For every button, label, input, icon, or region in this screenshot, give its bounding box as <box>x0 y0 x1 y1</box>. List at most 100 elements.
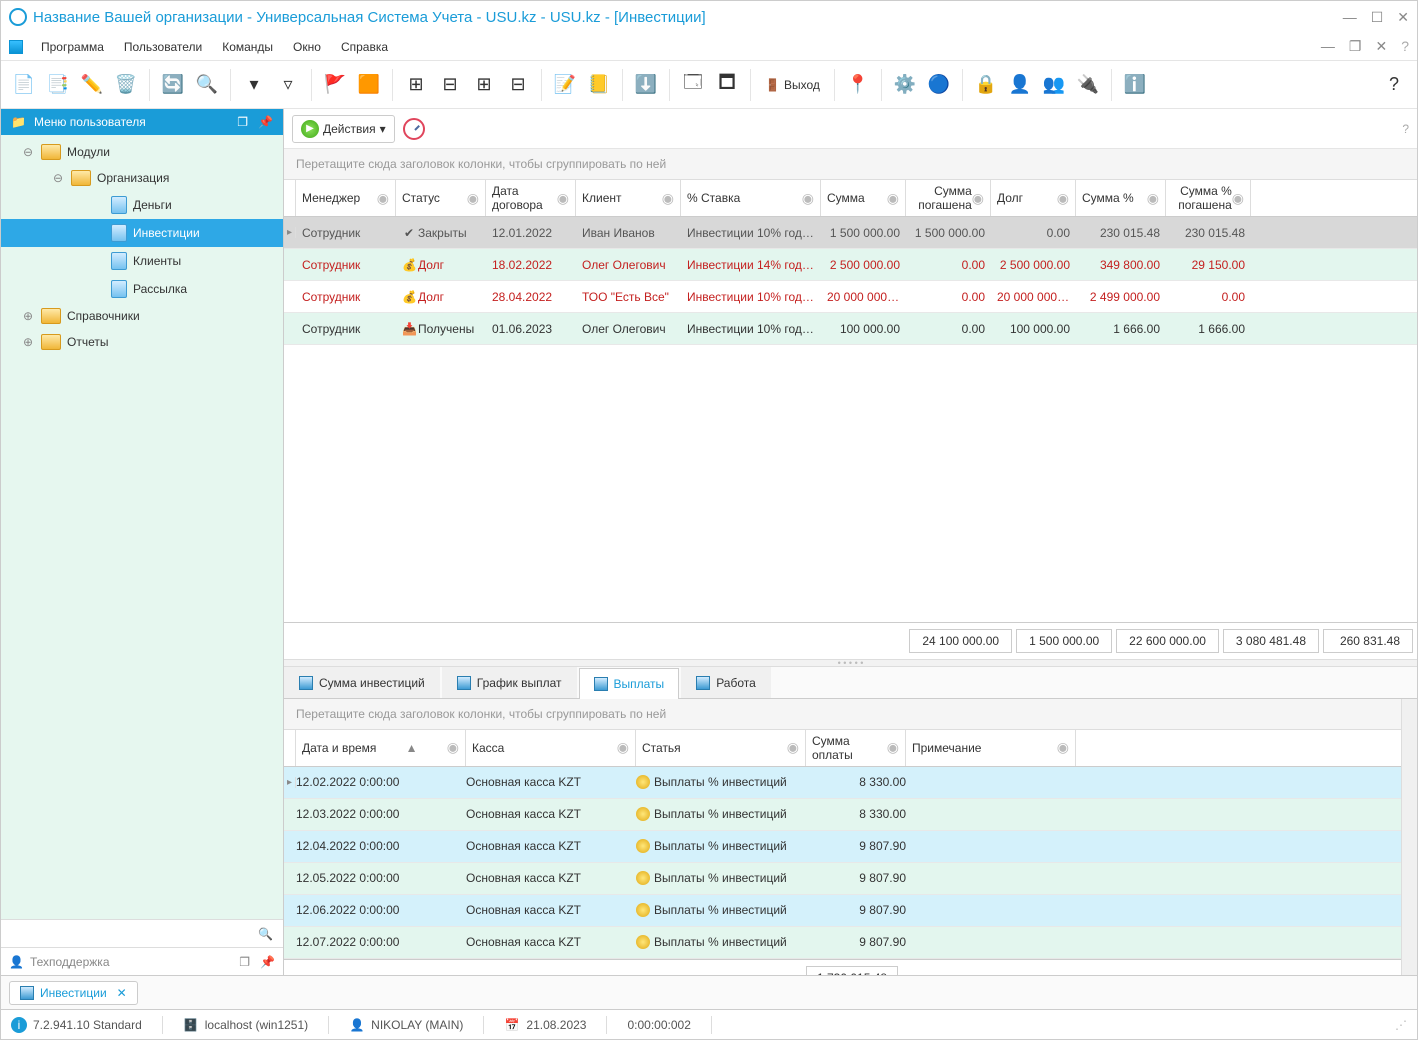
collapse-button[interactable]: ⊟ <box>435 70 465 100</box>
resize-grip-icon[interactable]: ⋰ <box>1395 1018 1407 1032</box>
table-row[interactable]: 12.04.2022 0:00:00Основная касса KZTВыпл… <box>284 831 1401 863</box>
menu-help[interactable]: Справка <box>331 40 398 54</box>
sort-asc-icon[interactable]: ▲ <box>406 741 418 755</box>
content-help-icon[interactable]: ? <box>1402 122 1409 136</box>
support-label[interactable]: Техподдержка <box>30 955 110 969</box>
filter-icon[interactable]: ◉ <box>447 739 459 756</box>
mdi-minimize-button[interactable]: — <box>1321 38 1335 55</box>
dcol-kassa[interactable]: Касса◉ <box>466 730 636 766</box>
copy-doc-button[interactable]: 📑 <box>43 70 73 100</box>
menu-users[interactable]: Пользователи <box>114 40 212 54</box>
table-row[interactable]: 12.07.2022 0:00:00Основная касса KZTВыпл… <box>284 927 1401 959</box>
menu-commands[interactable]: Команды <box>212 40 283 54</box>
info-button[interactable]: ℹ️ <box>1120 70 1150 100</box>
tree-investments[interactable]: Инвестиции <box>1 219 283 247</box>
collapse-icon[interactable]: ⊖ <box>51 171 65 185</box>
col-pct[interactable]: Сумма %◉ <box>1076 180 1166 216</box>
sidebar-pin-icon[interactable]: 📌 <box>258 115 273 129</box>
filter-icon[interactable]: ◉ <box>887 739 899 756</box>
doc-tab-investments[interactable]: Инвестиции ✕ <box>9 981 138 1005</box>
table-row[interactable]: Сотрудник📥Получены01.06.2023Олег Олегови… <box>284 313 1417 345</box>
mdi-close-button[interactable]: ✕ <box>1375 38 1387 55</box>
tree-clients[interactable]: Клиенты <box>1 247 283 275</box>
close-tab-button[interactable]: 🗔 <box>678 70 708 100</box>
theme-button[interactable]: 🔵 <box>924 70 954 100</box>
expand-icon[interactable]: ⊕ <box>21 335 35 349</box>
sidebar-footer-restore-icon[interactable]: ❐ <box>239 955 250 969</box>
filter-icon[interactable]: ◉ <box>1147 190 1159 207</box>
tree-modules[interactable]: ⊖ Модули <box>1 139 283 165</box>
tab-work[interactable]: Работа <box>681 667 771 698</box>
dcol-date[interactable]: Дата и время▲◉ <box>296 730 466 766</box>
menu-program[interactable]: Программа <box>31 40 114 54</box>
exit-button[interactable]: 🚪 Выход <box>759 78 826 92</box>
filter-icon[interactable]: ◉ <box>1057 190 1069 207</box>
tab-sum-inv[interactable]: Сумма инвестиций <box>284 667 440 698</box>
col-pctpaid[interactable]: Сумма % погашена◉ <box>1166 180 1251 216</box>
table-row[interactable]: 12.03.2022 0:00:00Основная касса KZTВыпл… <box>284 799 1401 831</box>
sidebar-restore-icon[interactable]: ❐ <box>237 115 248 129</box>
collapse-icon[interactable]: ⊖ <box>21 145 35 159</box>
clock-icon[interactable] <box>403 118 425 140</box>
filter-icon[interactable]: ◉ <box>887 190 899 207</box>
dcol-note[interactable]: Примечание◉ <box>906 730 1076 766</box>
filter-icon[interactable]: ◉ <box>972 190 984 207</box>
filter-icon[interactable]: ◉ <box>1057 739 1069 756</box>
add-note-button[interactable]: 📝 <box>550 70 580 100</box>
help-small-button[interactable]: ? <box>1379 70 1409 100</box>
maximize-button[interactable]: ☐ <box>1371 9 1384 26</box>
col-manager[interactable]: Менеджер◉ <box>296 180 396 216</box>
filter-icon[interactable]: ◉ <box>802 190 814 207</box>
filter-icon[interactable]: ◉ <box>1232 190 1244 207</box>
import-button[interactable]: ⬇️ <box>631 70 661 100</box>
close-button[interactable]: ✕ <box>1397 9 1409 26</box>
tree-organization[interactable]: ⊖ Организация <box>1 165 283 191</box>
delete-doc-button[interactable]: 🗑️ <box>111 70 141 100</box>
expand-button[interactable]: ⊞ <box>401 70 431 100</box>
settings-button[interactable]: ⚙️ <box>890 70 920 100</box>
tree-reports[interactable]: ⊕ Отчеты <box>1 329 283 355</box>
table-row[interactable]: ▸Сотрудник✔Закрыты12.01.2022Иван ИвановИ… <box>284 217 1417 249</box>
apps-button[interactable]: 🟧 <box>354 70 384 100</box>
sidebar-footer-pin-icon[interactable]: 📌 <box>260 955 275 969</box>
edit-doc-button[interactable]: ✏️ <box>77 70 107 100</box>
table-row[interactable]: Сотрудник💰Долг18.02.2022Олег ОлеговичИнв… <box>284 249 1417 281</box>
col-status[interactable]: Статус◉ <box>396 180 486 216</box>
filter-icon[interactable]: ◉ <box>377 190 389 207</box>
flag-button[interactable]: 🚩 <box>320 70 350 100</box>
close-all-tabs-button[interactable]: 🗖 <box>712 70 742 100</box>
tab-payouts[interactable]: Выплаты <box>579 668 680 699</box>
filter-icon[interactable]: ◉ <box>787 739 799 756</box>
filter-icon[interactable]: ◉ <box>617 739 629 756</box>
location-button[interactable]: 📍 <box>843 70 873 100</box>
menu-icon[interactable] <box>9 40 23 54</box>
table-row[interactable]: 12.06.2022 0:00:00Основная касса KZTВыпл… <box>284 895 1401 927</box>
sidebar-search[interactable]: 🔍 <box>1 919 283 947</box>
refresh-button[interactable]: 🔄 <box>158 70 188 100</box>
mdi-help-button[interactable]: ? <box>1401 38 1409 55</box>
col-debt[interactable]: Долг◉ <box>991 180 1076 216</box>
filter-icon[interactable]: ◉ <box>467 190 479 207</box>
tree-refs[interactable]: ⊕ Справочники <box>1 303 283 329</box>
col-rate[interactable]: % Ставка◉ <box>681 180 821 216</box>
tree-money[interactable]: Деньги <box>1 191 283 219</box>
notes-button[interactable]: 📒 <box>584 70 614 100</box>
col-paid[interactable]: Сумма погашена◉ <box>906 180 991 216</box>
group-hint[interactable]: Перетащите сюда заголовок колонки, чтобы… <box>284 149 1417 180</box>
col-sum[interactable]: Сумма◉ <box>821 180 906 216</box>
table-row[interactable]: 12.05.2022 0:00:00Основная касса KZTВыпл… <box>284 863 1401 895</box>
filter-icon[interactable]: ◉ <box>662 190 674 207</box>
minimize-button[interactable]: — <box>1343 9 1357 26</box>
new-doc-button[interactable]: 📄 <box>9 70 39 100</box>
col-client[interactable]: Клиент◉ <box>576 180 681 216</box>
collapse-all-button[interactable]: ⊟ <box>503 70 533 100</box>
actions-button[interactable]: ▶ Действия ▾ <box>292 115 395 143</box>
user-button[interactable]: 👤 <box>1005 70 1035 100</box>
tree-mailing[interactable]: Рассылка <box>1 275 283 303</box>
vertical-scrollbar[interactable] <box>1401 699 1417 976</box>
col-date[interactable]: Дата договора◉ <box>486 180 576 216</box>
splitter[interactable]: • • • • • <box>284 659 1417 667</box>
search-button[interactable]: 🔍 <box>192 70 222 100</box>
plugin-button[interactable]: 🔌 <box>1073 70 1103 100</box>
expand-all-button[interactable]: ⊞ <box>469 70 499 100</box>
